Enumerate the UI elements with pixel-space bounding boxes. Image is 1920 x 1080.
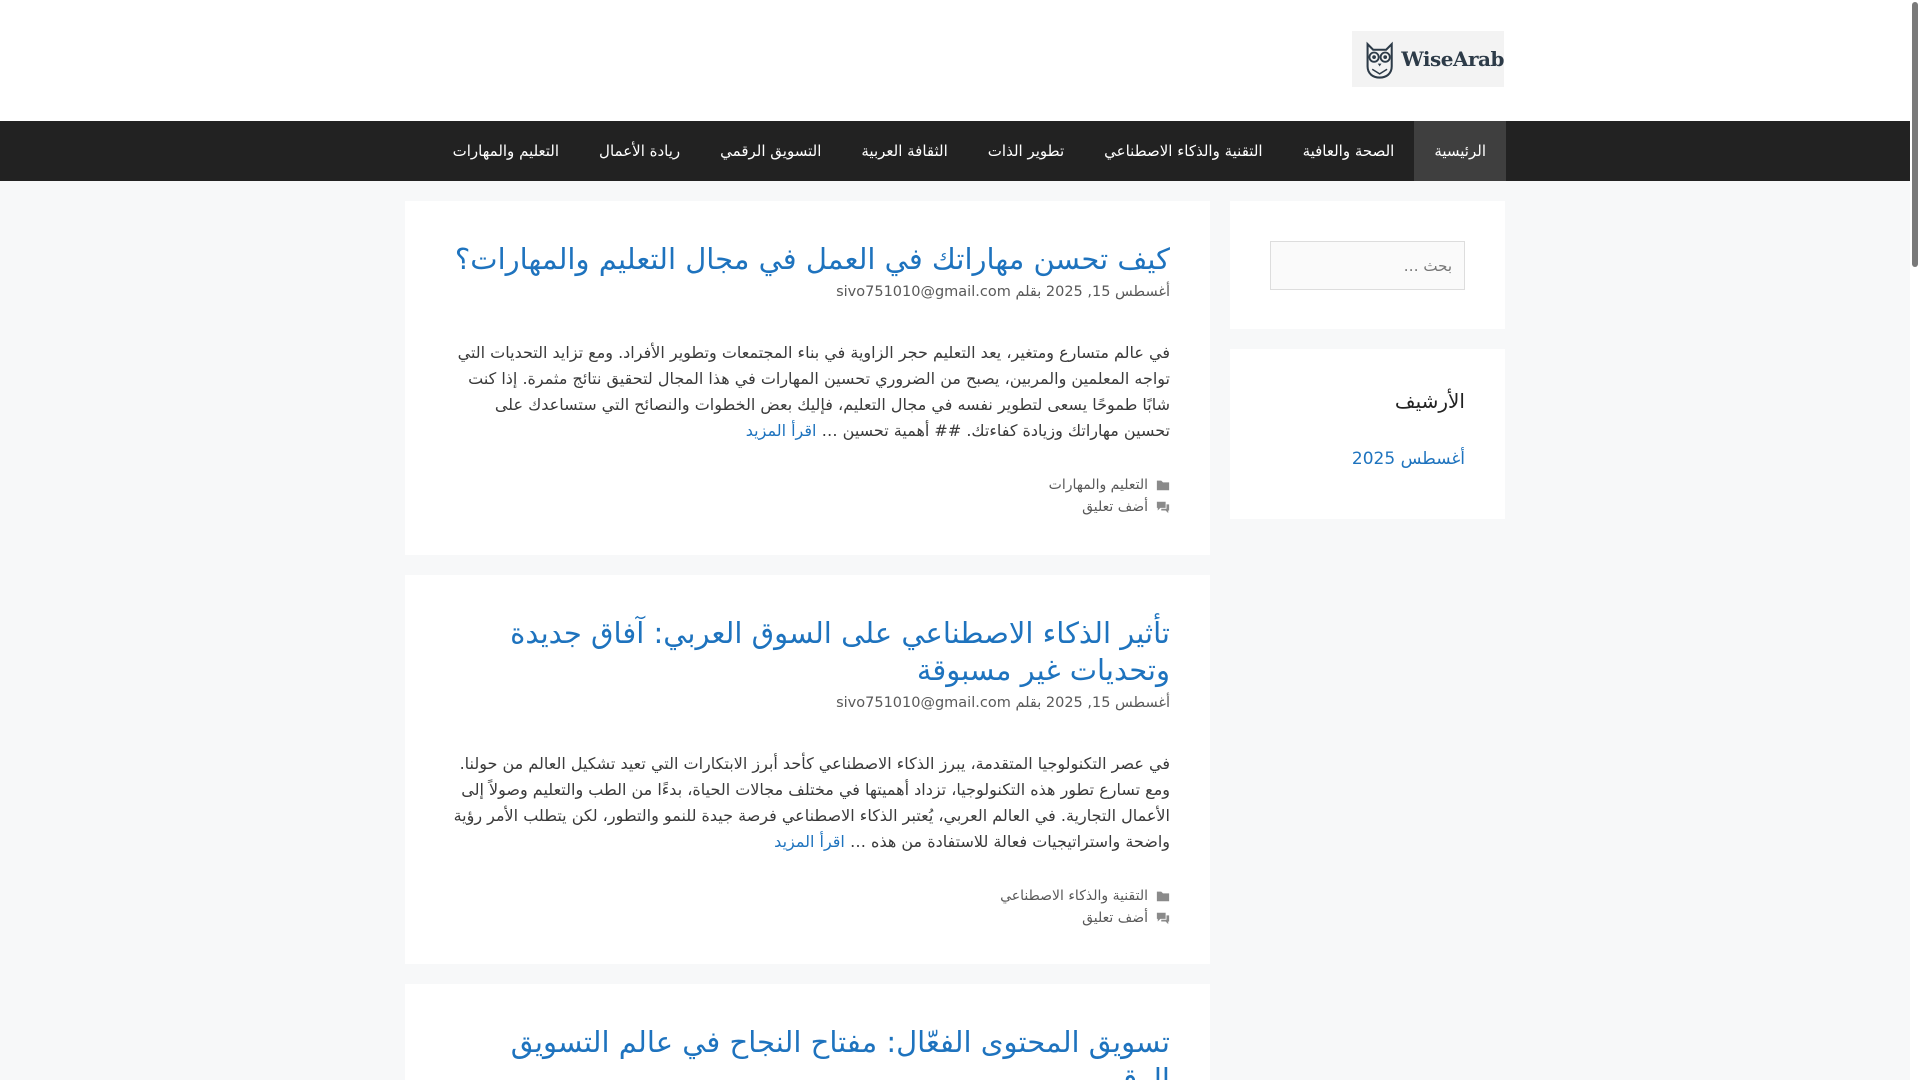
- search-widget: [1230, 201, 1505, 329]
- comments-icon: [1156, 501, 1170, 514]
- post-card: تأثير الذكاء الاصطناعي على السوق العربي:…: [405, 575, 1210, 964]
- logo-text: WiseArab: [1401, 47, 1504, 71]
- read-more-link[interactable]: اقرأ المزيد: [746, 421, 817, 440]
- site-logo[interactable]: WiseArab: [1352, 31, 1504, 87]
- comments-icon: [1156, 912, 1170, 925]
- page-scrollbar[interactable]: [1910, 0, 1920, 1080]
- post-footer-meta: التقنية والذكاء الاصطناعي أضف تعليق: [445, 885, 1170, 929]
- post-excerpt: في عصر التكنولوجيا المتقدمة، يبرز الذكاء…: [445, 751, 1170, 855]
- nav-item-digital-marketing[interactable]: التسويق الرقمي: [700, 121, 841, 181]
- post-date[interactable]: أغسطس 15, 2025: [1046, 695, 1170, 711]
- main-navigation: الرئيسية الصحة والعافية التقنية والذكاء …: [0, 121, 1910, 181]
- post-footer-meta: التعليم والمهارات أضف تعليق: [445, 474, 1170, 518]
- nav-item-entrepreneurship[interactable]: ريادة الأعمال: [579, 121, 700, 181]
- nav-item-education[interactable]: التعليم والمهارات: [433, 121, 579, 181]
- post-meta: أغسطس 15, 2025 بقلم sivo751010@gmail.com: [445, 284, 1170, 300]
- nav-item-home[interactable]: الرئيسية: [1414, 121, 1506, 181]
- post-author[interactable]: sivo751010@gmail.com: [836, 695, 1011, 711]
- post-meta: أغسطس 15, 2025 بقلم sivo751010@gmail.com: [445, 695, 1170, 711]
- folder-icon: [1156, 891, 1170, 902]
- post-excerpt: في عالم متسارع ومتغير، يعد التعليم حجر ا…: [445, 340, 1170, 444]
- archive-title: الأرشيف: [1394, 389, 1465, 413]
- site-header: WiseArab: [0, 0, 1910, 121]
- nav-item-arab-culture[interactable]: الثقافة العربية: [841, 121, 967, 181]
- read-more-link[interactable]: اقرأ المزيد: [774, 832, 845, 851]
- archive-link-august-2025[interactable]: أغسطس 2025: [1352, 449, 1465, 469]
- post-title-link[interactable]: كيف تحسن مهاراتك في العمل في مجال التعلي…: [455, 242, 1170, 276]
- post-author[interactable]: sivo751010@gmail.com: [836, 284, 1011, 300]
- post-by-label: بقلم: [1015, 695, 1042, 712]
- nav-item-health[interactable]: الصحة والعافية: [1283, 121, 1415, 181]
- post-date[interactable]: أغسطس 15, 2025: [1046, 284, 1170, 300]
- post-card: كيف تحسن مهاراتك في العمل في مجال التعلي…: [405, 201, 1210, 555]
- post-card: تسويق المحتوى الفعّال: مفتاح النجاح في ع…: [405, 984, 1210, 1080]
- post-by-label: بقلم: [1015, 284, 1042, 301]
- add-comment-link[interactable]: أضف تعليق: [1082, 499, 1148, 515]
- post-title-link[interactable]: تأثير الذكاء الاصطناعي على السوق العربي:…: [510, 616, 1170, 687]
- owl-icon: [1366, 41, 1393, 79]
- nav-item-self-development[interactable]: تطوير الذات: [968, 121, 1084, 181]
- archive-widget: الأرشيف أغسطس 2025: [1230, 349, 1505, 519]
- post-title-link[interactable]: تسويق المحتوى الفعّال: مفتاح النجاح في ع…: [511, 1025, 1170, 1080]
- folder-icon: [1156, 480, 1170, 491]
- nav-item-tech-ai[interactable]: التقنية والذكاء الاصطناعي: [1084, 121, 1282, 181]
- add-comment-link[interactable]: أضف تعليق: [1082, 910, 1148, 926]
- search-input[interactable]: [1270, 241, 1465, 290]
- scrollbar-thumb[interactable]: [1912, 2, 1918, 267]
- post-category-link[interactable]: التقنية والذكاء الاصطناعي: [1000, 888, 1148, 904]
- post-category-link[interactable]: التعليم والمهارات: [1049, 477, 1148, 493]
